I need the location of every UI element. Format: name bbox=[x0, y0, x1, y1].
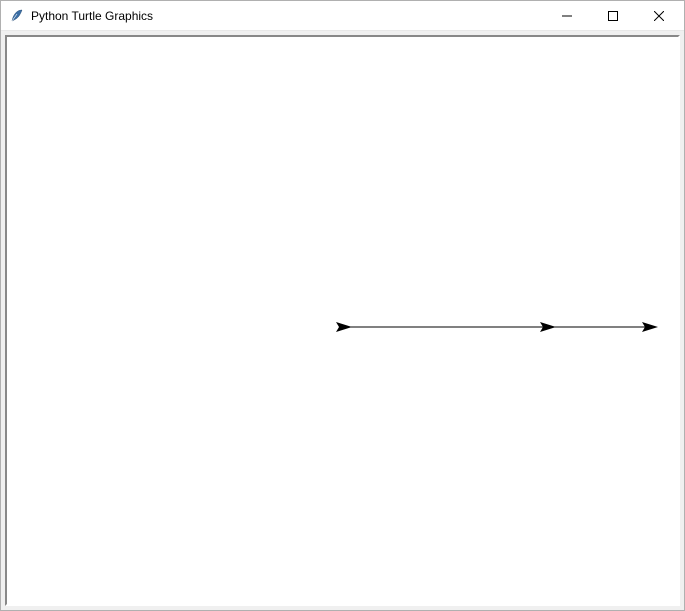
minimize-button[interactable] bbox=[544, 1, 590, 30]
close-button[interactable] bbox=[636, 1, 682, 30]
turtle-drawing bbox=[7, 37, 678, 604]
turtle-canvas bbox=[5, 35, 680, 606]
maximize-button[interactable] bbox=[590, 1, 636, 30]
turtle-cursor-icon bbox=[336, 322, 352, 332]
titlebar: Python Turtle Graphics bbox=[1, 1, 684, 31]
window-controls bbox=[544, 1, 682, 30]
close-icon bbox=[654, 11, 664, 21]
app-window: Python Turtle Graphics bbox=[0, 0, 685, 611]
maximize-icon bbox=[608, 11, 618, 21]
feather-icon bbox=[9, 8, 25, 24]
canvas-frame bbox=[1, 31, 684, 610]
minimize-icon bbox=[562, 11, 572, 21]
window-title: Python Turtle Graphics bbox=[31, 9, 544, 23]
